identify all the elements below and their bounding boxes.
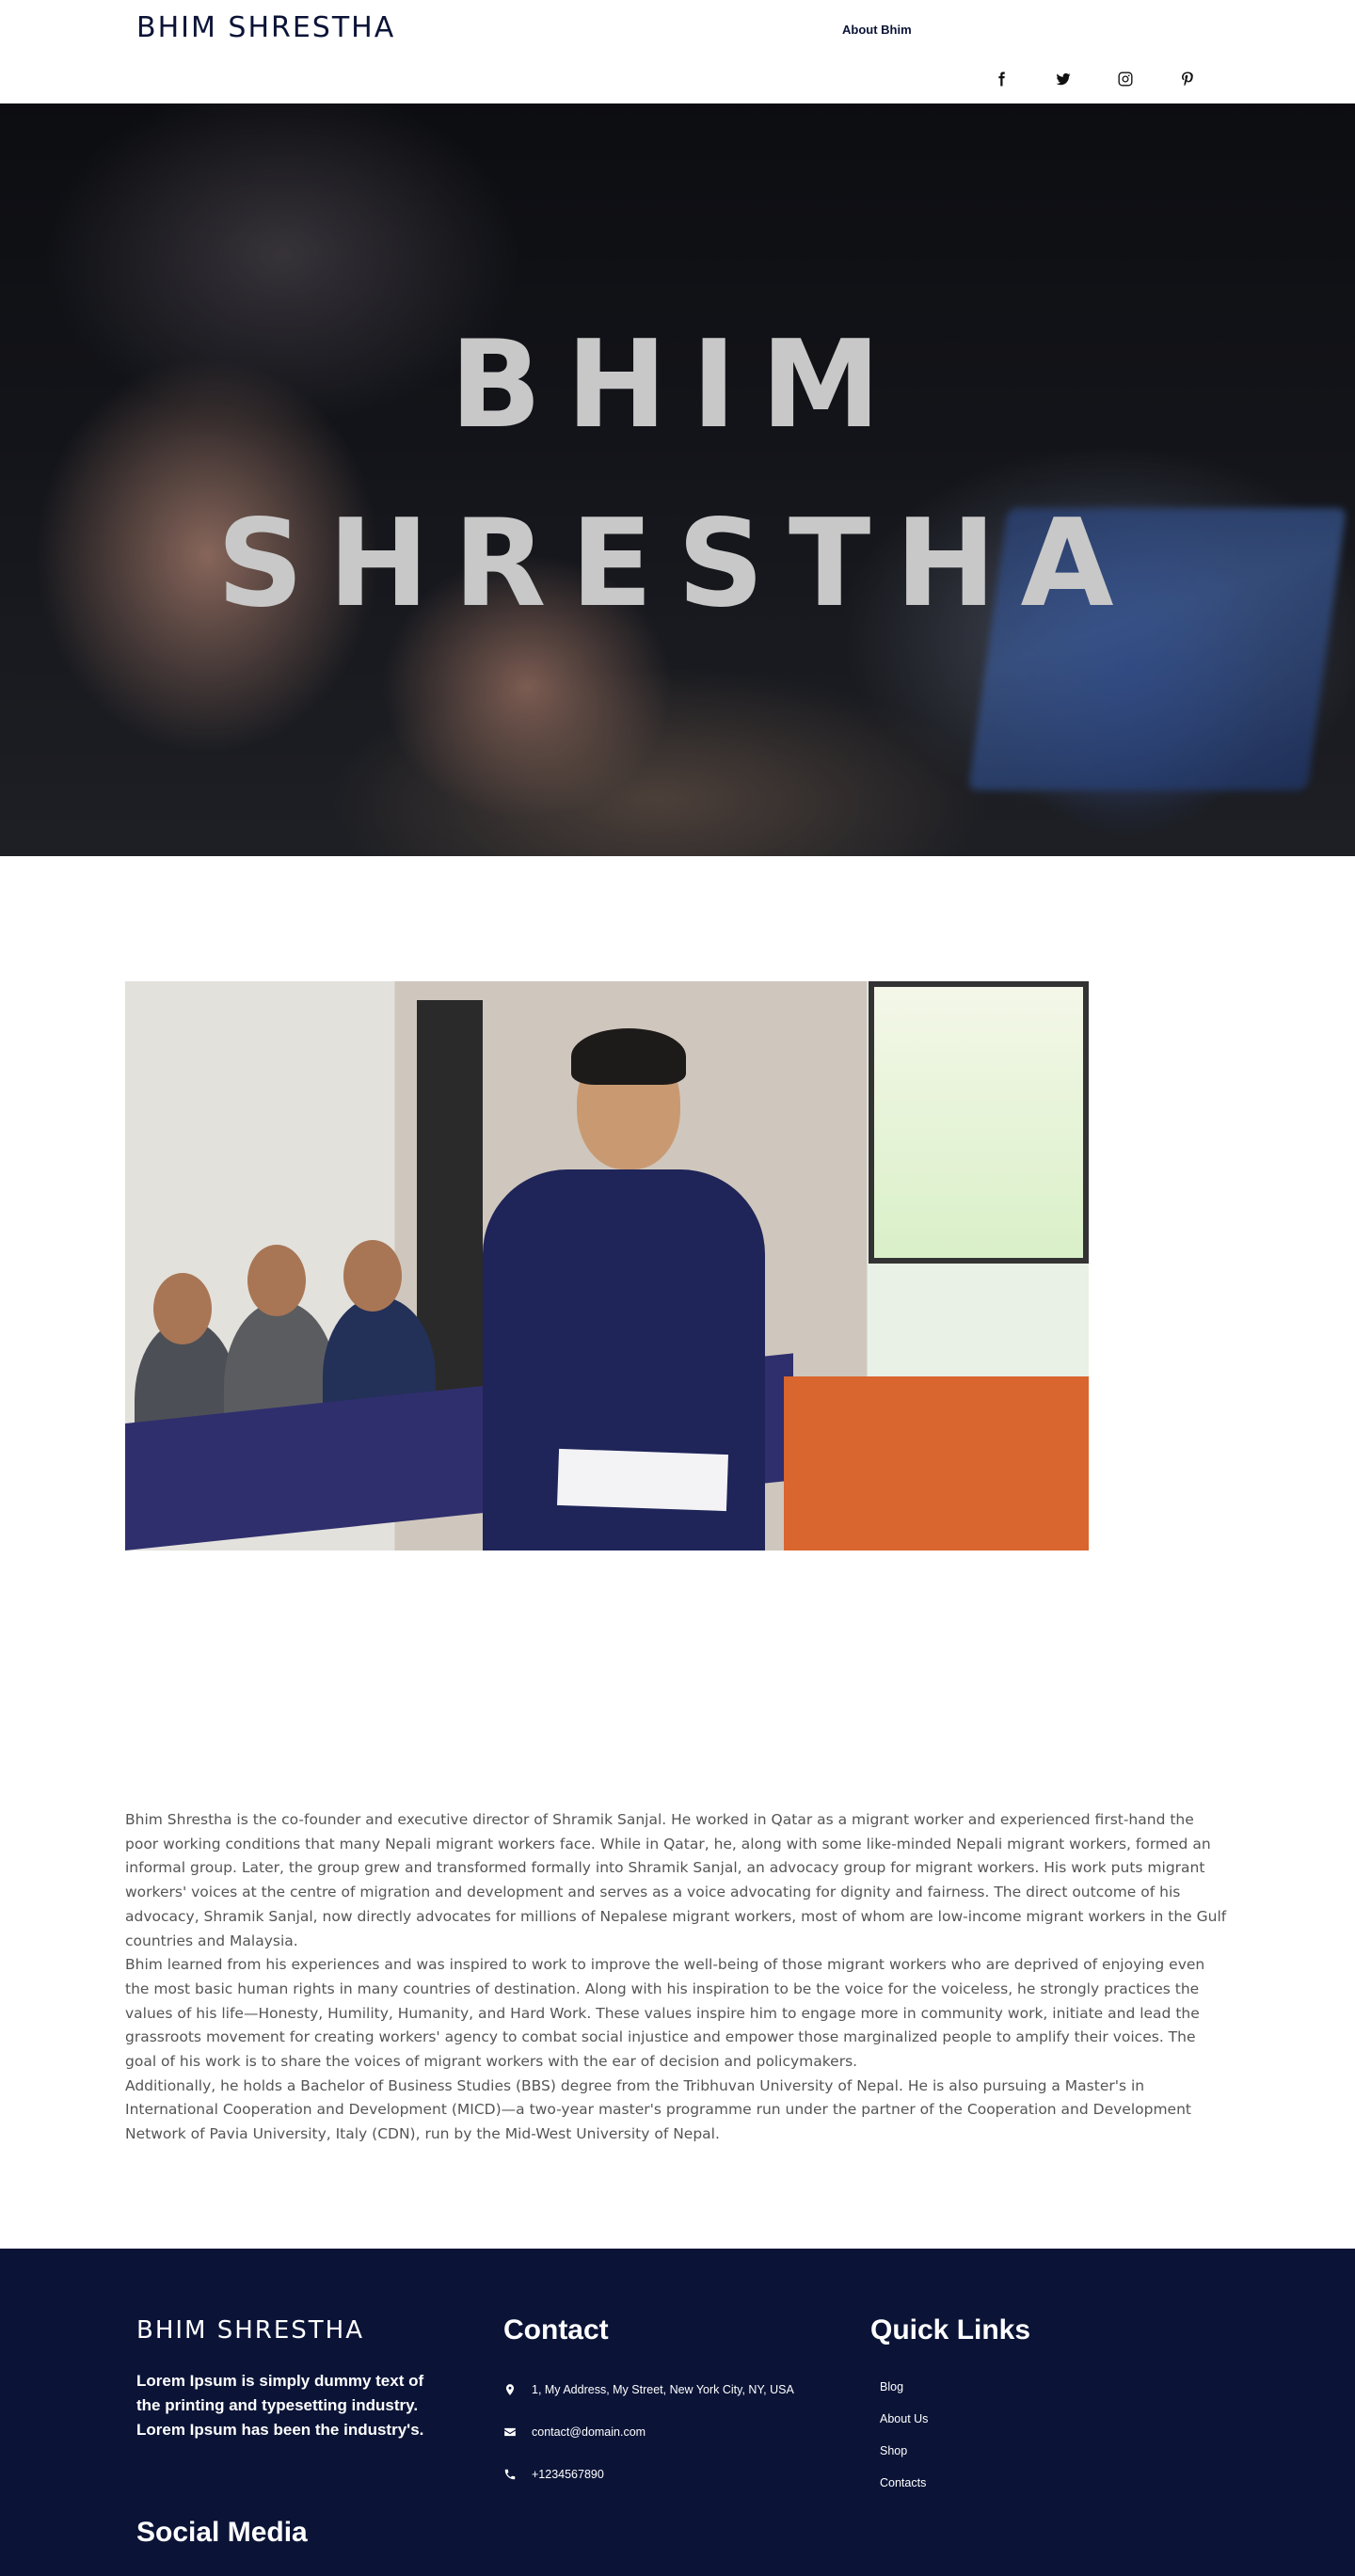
nav-about-bhim[interactable]: About Bhim xyxy=(842,23,912,37)
contact-phone[interactable]: +1234567890 xyxy=(503,2468,604,2481)
footer-contact-heading: Contact xyxy=(503,2314,609,2345)
contact-address-text: 1, My Address, My Street, New York City,… xyxy=(532,2383,794,2396)
envelope-icon xyxy=(503,2425,532,2439)
site-logo[interactable]: BHIM SHRESTHA xyxy=(136,11,395,44)
footer-social-heading: Social Media xyxy=(136,2517,308,2548)
bio-paragraph: Bhim learned from his experiences and wa… xyxy=(125,1956,1205,2071)
twitter-icon[interactable] xyxy=(1050,66,1076,92)
phone-icon xyxy=(503,2468,532,2481)
hero-banner: BHIM SHRESTHA xyxy=(0,103,1355,856)
quick-link-blog[interactable]: Blog xyxy=(880,2380,903,2393)
hero-title-line-2: SHRESTHA xyxy=(216,494,1139,634)
map-marker-icon xyxy=(503,2383,532,2396)
pinterest-icon[interactable] xyxy=(1174,66,1201,92)
instagram-icon[interactable] xyxy=(1112,66,1139,92)
photo-standing-man xyxy=(483,1028,765,1550)
footer-quick-links-heading: Quick Links xyxy=(870,2314,1031,2345)
profile-photo xyxy=(125,981,1089,1550)
bio-paragraph: Bhim Shrestha is the co-founder and exec… xyxy=(125,1811,1227,1949)
quick-link-about-us[interactable]: About Us xyxy=(880,2412,928,2425)
footer-logo[interactable]: BHIM SHRESTHA xyxy=(136,2316,364,2345)
quick-link-shop[interactable]: Shop xyxy=(880,2444,907,2457)
contact-email-text[interactable]: contact@domain.com xyxy=(532,2425,646,2439)
contact-phone-text[interactable]: +1234567890 xyxy=(532,2468,604,2481)
photo-table-orange xyxy=(784,1376,1089,1550)
quick-link-contacts[interactable]: Contacts xyxy=(880,2476,926,2489)
facebook-icon[interactable] xyxy=(988,66,1014,92)
footer-description: Lorem Ipsum is simply dummy text of the … xyxy=(136,2372,424,2439)
bio-section: Bhim Shrestha is the co-founder and exec… xyxy=(125,1808,1231,2147)
contact-address: 1, My Address, My Street, New York City,… xyxy=(503,2383,794,2396)
bio-paragraph: Additionally, he holds a Bachelor of Bus… xyxy=(125,2076,1191,2143)
photo-projector-screen xyxy=(869,981,1089,1264)
hero-overlay xyxy=(0,103,1355,856)
hero-title-line-1: BHIM xyxy=(450,315,905,455)
site-footer: BHIM SHRESTHA Lorem Ipsum is simply dumm… xyxy=(0,2249,1355,2576)
site-header: BHIM SHRESTHA About Bhim xyxy=(0,0,1355,103)
contact-email[interactable]: contact@domain.com xyxy=(503,2425,646,2439)
